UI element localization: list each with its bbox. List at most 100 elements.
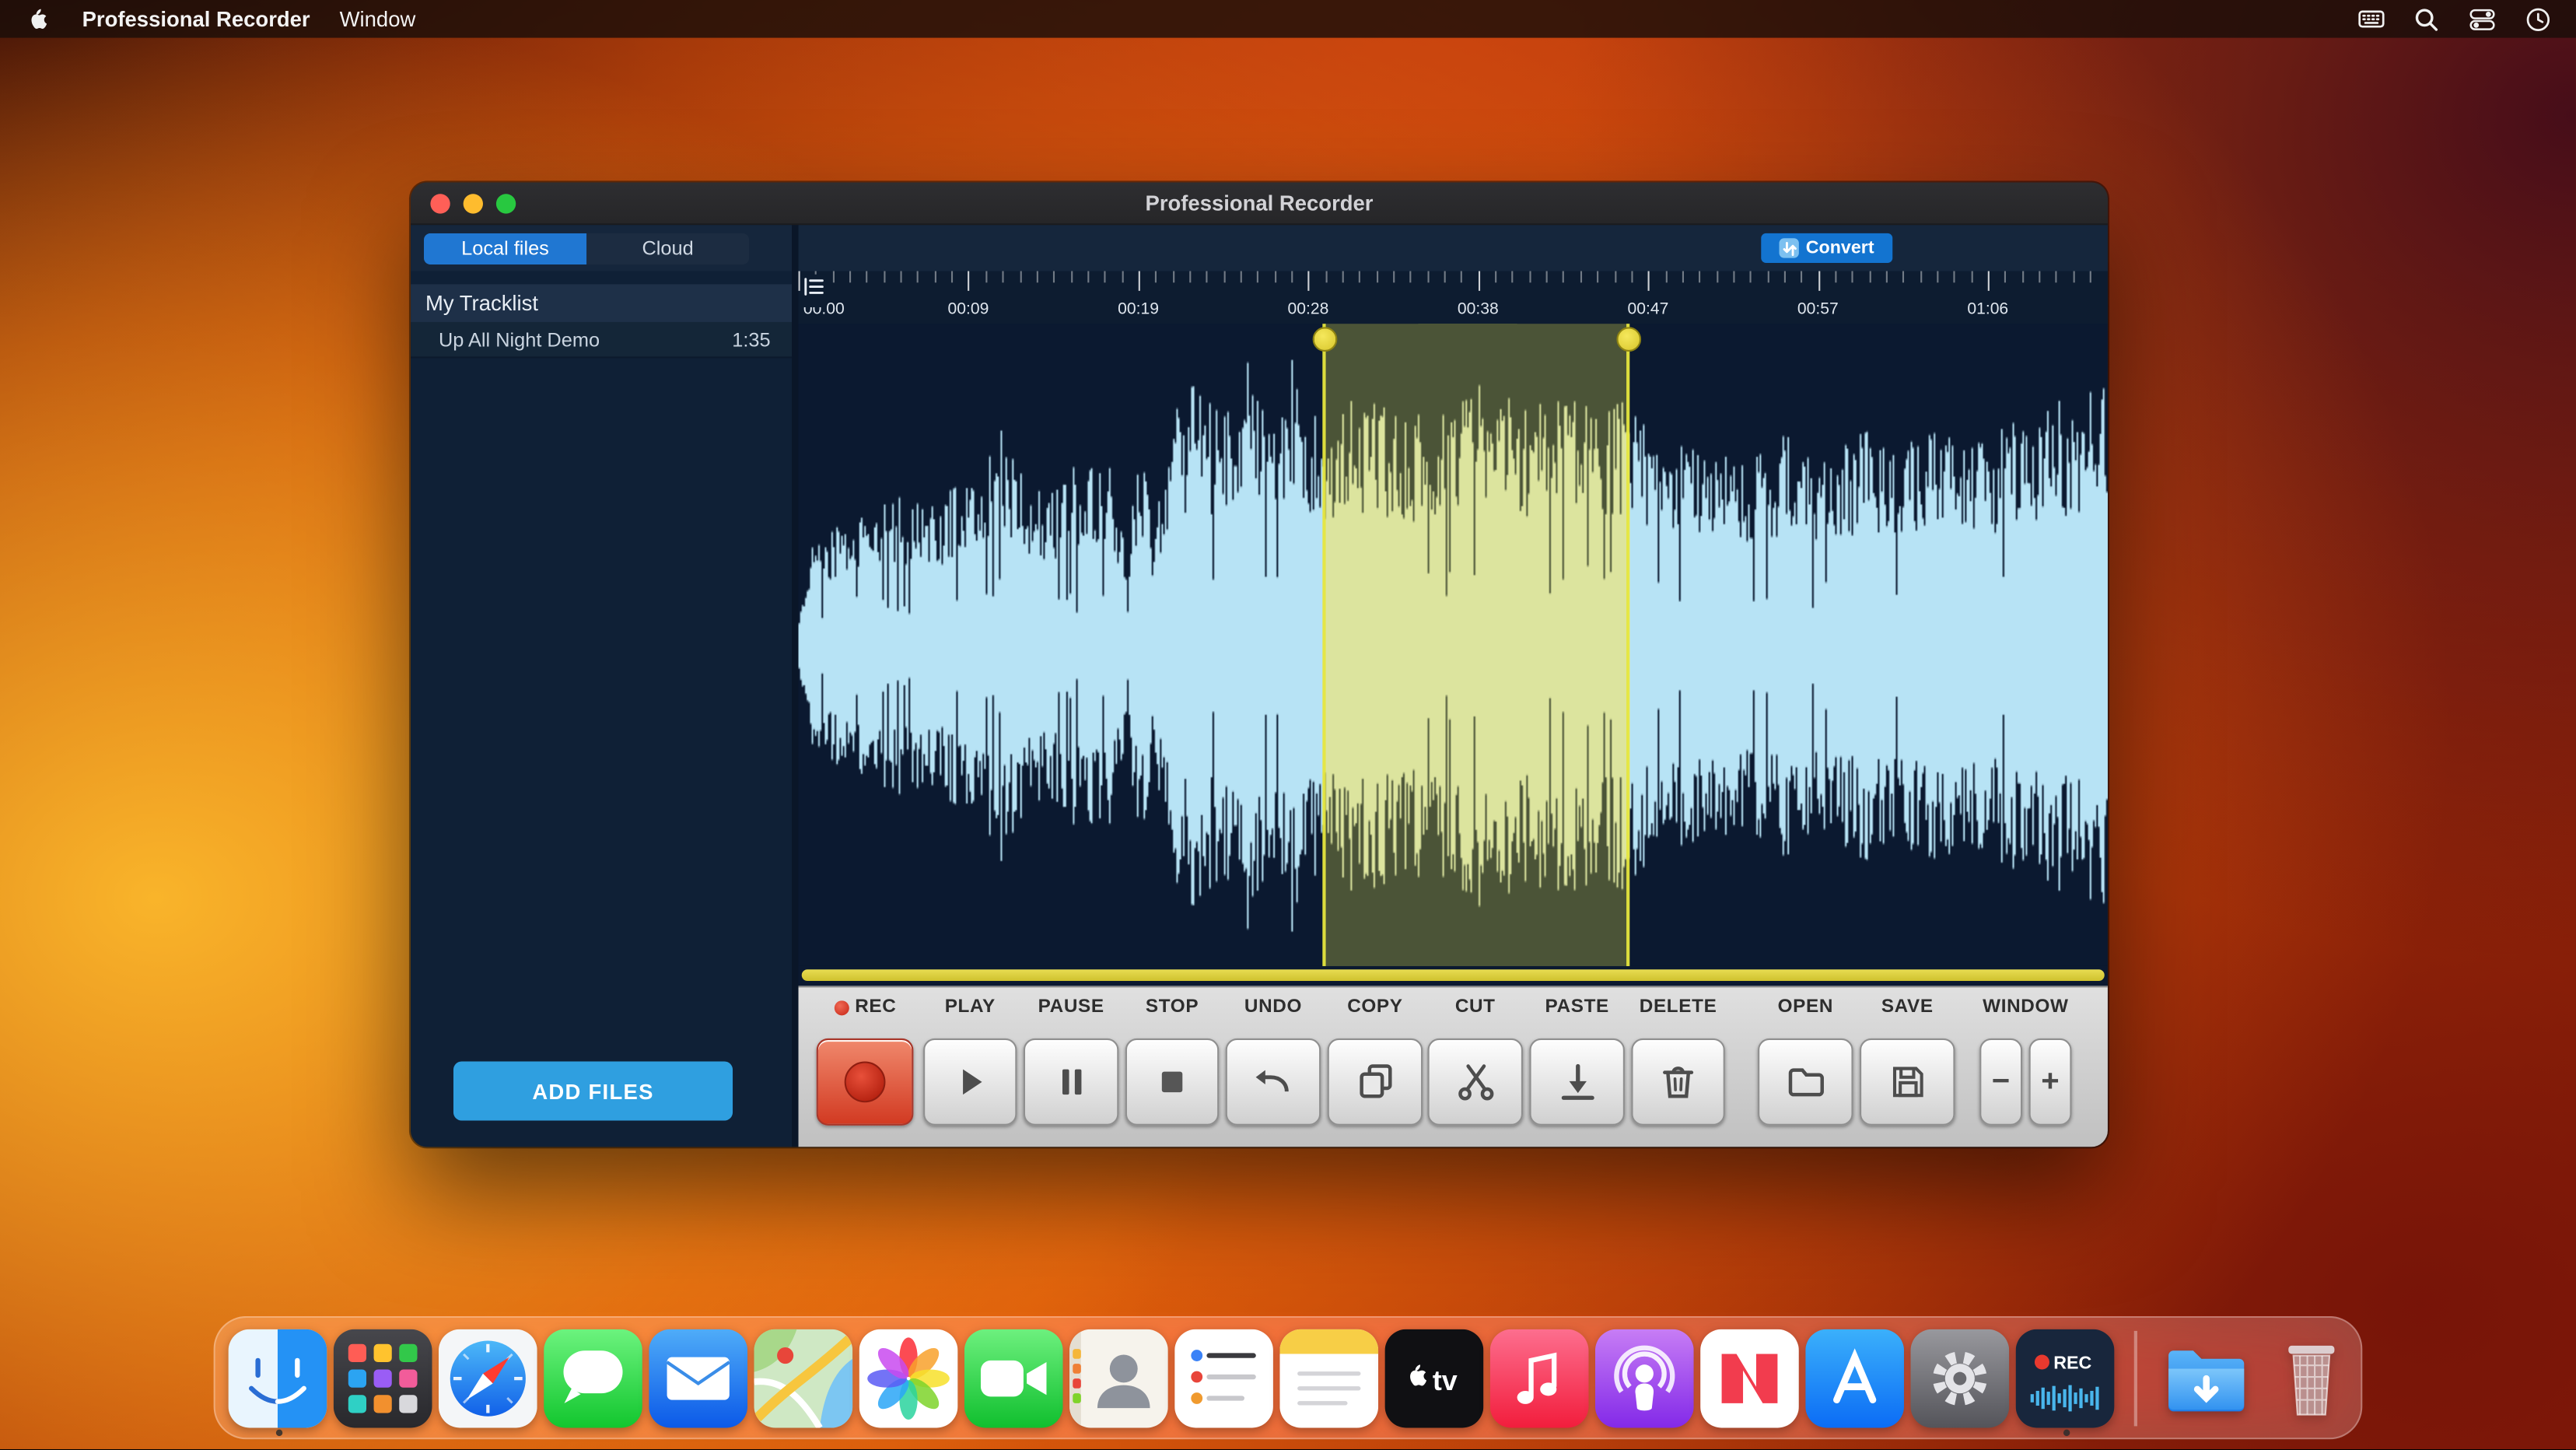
play-button[interactable] xyxy=(923,1038,1017,1126)
undo-icon xyxy=(1251,1059,1295,1104)
dock-reminders-icon[interactable] xyxy=(1174,1329,1273,1427)
dock-trash-icon[interactable] xyxy=(2261,1329,2360,1427)
menu-app-name[interactable]: Professional Recorder xyxy=(82,6,310,31)
dock-contacts-icon[interactable] xyxy=(1069,1329,1168,1427)
timeline-label: 00:19 xyxy=(1118,301,1159,319)
timeline-tick xyxy=(917,271,919,283)
dock-professional-recorder-icon[interactable]: REC xyxy=(2016,1329,2115,1427)
timeline-label: 00:57 xyxy=(1797,301,1839,319)
running-indicator-finder xyxy=(275,1430,282,1436)
selection-region[interactable] xyxy=(1324,324,1628,966)
tab-local-files[interactable]: Local files xyxy=(424,233,586,264)
search-icon[interactable] xyxy=(2412,4,2441,33)
dock-finder-icon[interactable] xyxy=(229,1329,327,1427)
toolbar-group-paste: PASTE xyxy=(1529,986,1625,1147)
minimize-button[interactable] xyxy=(464,194,483,213)
timeline-menu-icon[interactable] xyxy=(802,275,827,307)
play-icon xyxy=(948,1059,992,1104)
timeline-tick xyxy=(1240,271,1241,283)
save-button[interactable] xyxy=(1860,1038,1955,1126)
dock-app-store-icon[interactable] xyxy=(1805,1329,1904,1427)
add-files-button[interactable]: ADD FILES xyxy=(453,1061,733,1120)
tab-cloud[interactable]: Cloud xyxy=(586,233,749,264)
clock-icon[interactable] xyxy=(2523,4,2553,33)
dock-news-icon[interactable] xyxy=(1700,1329,1799,1427)
stop-button[interactable] xyxy=(1125,1038,1219,1126)
dock-photos-icon[interactable] xyxy=(859,1329,958,1427)
timeline-zoom-bar[interactable] xyxy=(802,969,2105,981)
track-item[interactable]: Up All Night Demo 1:35 xyxy=(411,322,792,358)
menu-item-window[interactable]: Window xyxy=(340,6,416,31)
dock-messages-icon[interactable] xyxy=(544,1329,642,1427)
svg-text:tv: tv xyxy=(1433,1364,1458,1396)
pause-label: PAUSE xyxy=(1038,997,1104,1017)
zoom-button[interactable] xyxy=(496,194,516,213)
toolbar: REC PLAY PAUSE STOP xyxy=(799,986,2108,1147)
toolbar-group-rec: REC xyxy=(817,986,914,1147)
timeline-label: 00:47 xyxy=(1627,301,1668,319)
dock-notes-icon[interactable] xyxy=(1279,1329,1378,1427)
toolbar-group-save: SAVE xyxy=(1860,986,1955,1147)
selection-start-handle[interactable] xyxy=(1312,327,1337,352)
timeline-tick xyxy=(1087,271,1089,283)
timeline-tick xyxy=(1852,271,1853,283)
scroll-row xyxy=(799,966,2108,986)
delete-button[interactable] xyxy=(1631,1038,1724,1126)
timeline-tick xyxy=(1122,271,1123,283)
keyboard-icon[interactable] xyxy=(2356,4,2385,33)
record-icon xyxy=(845,1061,886,1102)
timeline-tick xyxy=(884,271,885,283)
timeline-tick xyxy=(1020,271,1021,283)
dock-tv-icon[interactable]: tv xyxy=(1385,1329,1484,1427)
pause-button[interactable] xyxy=(1024,1038,1119,1126)
copy-button[interactable] xyxy=(1328,1038,1423,1126)
timeline-tick xyxy=(968,271,970,291)
selection-end-handle[interactable] xyxy=(1615,327,1640,352)
toolbar-group-cut: CUT xyxy=(1428,986,1524,1147)
apple-menu-icon[interactable] xyxy=(23,4,53,33)
timeline-tick xyxy=(1223,271,1225,283)
timeline-ruler[interactable]: 00:0000:0900:1900:2800:3800:4700:5701:06 xyxy=(799,271,2108,324)
timeline-tick xyxy=(2039,271,2040,283)
selection-end-line[interactable] xyxy=(1626,324,1629,966)
window-plus-button[interactable]: + xyxy=(2029,1038,2072,1126)
timeline-tick xyxy=(901,271,902,283)
dock-podcasts-icon[interactable] xyxy=(1595,1329,1694,1427)
timeline-tick xyxy=(2073,271,2074,283)
timeline-tick xyxy=(1716,271,1717,283)
window-titlebar[interactable]: Professional Recorder xyxy=(411,182,2108,225)
menu-bar: Professional Recorder Window xyxy=(0,0,2576,38)
timeline-tick xyxy=(1784,271,1786,283)
rec-button[interactable] xyxy=(817,1038,914,1126)
cut-button[interactable] xyxy=(1428,1038,1524,1126)
timeline-tick xyxy=(1274,271,1276,283)
open-button[interactable] xyxy=(1758,1038,1853,1126)
close-button[interactable] xyxy=(430,194,450,213)
timeline-tick xyxy=(1563,271,1565,283)
timeline-tick xyxy=(1529,271,1531,283)
dock-safari-icon[interactable] xyxy=(439,1329,537,1427)
dock-facetime-icon[interactable] xyxy=(964,1329,1063,1427)
window-minus-button[interactable]: − xyxy=(1979,1038,2022,1126)
dock-mail-icon[interactable] xyxy=(649,1329,747,1427)
timeline-tick xyxy=(2090,271,2091,283)
folder-icon xyxy=(1783,1059,1828,1104)
convert-button[interactable]: Convert xyxy=(1761,233,1892,263)
selection-start-line[interactable] xyxy=(1322,324,1325,966)
timeline-tick xyxy=(2005,271,2007,283)
dock-downloads-icon[interactable] xyxy=(2156,1329,2255,1427)
timeline-tick xyxy=(1835,271,1836,283)
window-title: Professional Recorder xyxy=(1146,191,1374,215)
timeline-tick xyxy=(1750,271,1752,283)
dock-music-icon[interactable] xyxy=(1490,1329,1589,1427)
dock-settings-icon[interactable] xyxy=(1910,1329,2009,1427)
paste-button[interactable] xyxy=(1529,1038,1625,1126)
dock-maps-icon[interactable] xyxy=(754,1329,852,1427)
toolbar-group-stop: STOP xyxy=(1125,986,1219,1147)
undo-button[interactable] xyxy=(1226,1038,1321,1126)
waveform-display[interactable] xyxy=(799,324,2108,966)
dock-launchpad-icon[interactable] xyxy=(334,1329,432,1427)
control-center-icon[interactable] xyxy=(2468,4,2497,33)
timeline-tick xyxy=(1767,271,1769,283)
track-name: Up All Night Demo xyxy=(439,327,600,351)
